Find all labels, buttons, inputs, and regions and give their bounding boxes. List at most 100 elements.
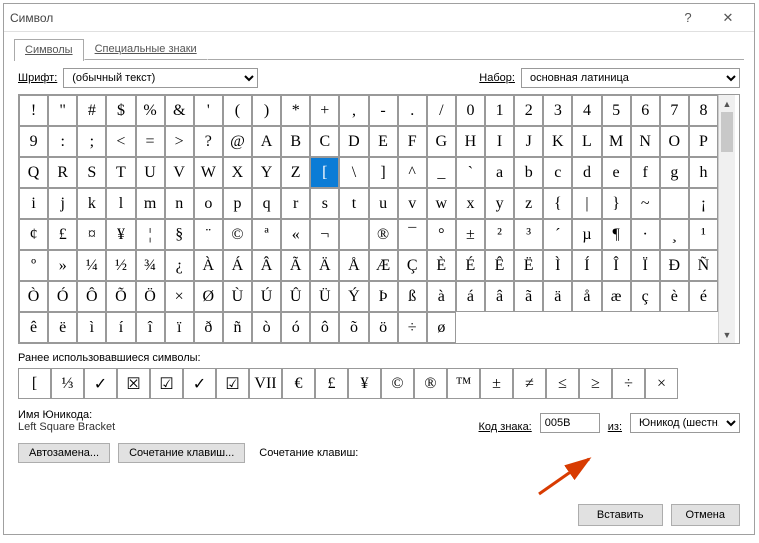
char-cell[interactable]: A [252,126,281,157]
char-cell[interactable]: { [543,188,572,219]
char-cell[interactable]: ç [631,281,660,312]
char-cell[interactable]: ö [369,312,398,343]
char-cell[interactable]: È [427,250,456,281]
char-cell[interactable]: ë [48,312,77,343]
code-input[interactable] [540,413,600,433]
char-cell[interactable]: ô [310,312,339,343]
char-cell[interactable]: ã [514,281,543,312]
subset-select[interactable]: основная латиница [521,68,740,88]
char-cell[interactable]: Ò [19,281,48,312]
char-cell[interactable]: ½ [106,250,135,281]
char-cell[interactable]: ­ [339,219,368,250]
char-cell[interactable]: p [223,188,252,219]
char-cell[interactable]: K [543,126,572,157]
char-cell[interactable]: è [660,281,689,312]
recent-cell[interactable]: ≥ [579,368,612,399]
char-cell[interactable]: ^ [398,157,427,188]
recent-cell[interactable]: ☑ [150,368,183,399]
recent-cell[interactable]: VII [249,368,282,399]
char-cell[interactable]: æ [602,281,631,312]
char-cell[interactable]: c [543,157,572,188]
char-cell[interactable]: ± [456,219,485,250]
char-cell[interactable]: ¹ [689,219,718,250]
char-cell[interactable]: ø [427,312,456,343]
char-cell[interactable]: 7 [660,95,689,126]
recent-cell[interactable]: ÷ [612,368,645,399]
from-select[interactable]: Юникод (шестн.) [630,413,740,433]
recent-cell[interactable]: © [381,368,414,399]
char-cell[interactable]: î [136,312,165,343]
char-cell[interactable]: V [165,157,194,188]
recent-cell[interactable]: ® [414,368,447,399]
char-cell[interactable]: s [310,188,339,219]
char-cell[interactable]: 8 [689,95,718,126]
char-cell[interactable]: t [339,188,368,219]
char-cell[interactable]: µ [572,219,601,250]
recent-cell[interactable]: € [282,368,315,399]
char-cell[interactable]: é [689,281,718,312]
char-cell[interactable]: ® [369,219,398,250]
char-cell[interactable]: ` [456,157,485,188]
recent-cell[interactable]: ≠ [513,368,546,399]
char-cell[interactable]: d [572,157,601,188]
recent-cell[interactable]: ™ [447,368,480,399]
grid-scrollbar[interactable]: ▲ ▼ [718,95,735,343]
char-cell[interactable]: + [310,95,339,126]
char-cell[interactable]: | [572,188,601,219]
char-cell[interactable]: ] [369,157,398,188]
char-cell[interactable]: J [514,126,543,157]
char-cell[interactable]: U [136,157,165,188]
char-cell[interactable]: ¿ [165,250,194,281]
char-cell[interactable]: Ð [660,250,689,281]
char-cell[interactable]: 4 [572,95,601,126]
char-cell[interactable]: B [281,126,310,157]
char-cell[interactable]: L [572,126,601,157]
char-cell[interactable]: y [485,188,514,219]
char-cell[interactable]: º [19,250,48,281]
char-cell[interactable]: Ê [485,250,514,281]
recent-cell[interactable]: ✓ [84,368,117,399]
scroll-up-icon[interactable]: ▲ [719,95,735,112]
recent-cell[interactable]: ☒ [117,368,150,399]
recent-cell[interactable]: ¥ [348,368,381,399]
char-cell[interactable]: > [165,126,194,157]
char-cell[interactable]: W [194,157,223,188]
font-select[interactable]: (обычный текст) [63,68,258,88]
char-cell[interactable]: Ú [252,281,281,312]
cancel-button[interactable]: Отмена [671,504,740,526]
char-cell[interactable]: o [194,188,223,219]
char-cell[interactable]: b [514,157,543,188]
char-cell[interactable]: £ [48,219,77,250]
autocorrect-button[interactable]: Автозамена... [18,443,110,463]
char-cell[interactable]: ä [543,281,572,312]
char-cell[interactable]: ) [252,95,281,126]
char-cell[interactable]: M [602,126,631,157]
char-cell[interactable]: ¸ [660,219,689,250]
char-cell[interactable]: k [77,188,106,219]
char-cell[interactable]: _ [427,157,456,188]
char-cell[interactable]: q [252,188,281,219]
char-cell[interactable]: % [136,95,165,126]
char-cell[interactable]: Á [223,250,252,281]
char-cell[interactable]: ! [19,95,48,126]
char-cell[interactable]: * [281,95,310,126]
char-cell[interactable]: Ã [281,250,310,281]
char-cell[interactable]: ° [427,219,456,250]
char-cell[interactable]: n [165,188,194,219]
char-cell[interactable]: â [485,281,514,312]
char-cell[interactable]: 1 [485,95,514,126]
char-cell[interactable]: 6 [631,95,660,126]
char-cell[interactable]: Þ [369,281,398,312]
char-cell[interactable]: T [106,157,135,188]
char-cell[interactable]: O [660,126,689,157]
char-cell[interactable]: ? [194,126,223,157]
char-cell[interactable]: Î [602,250,631,281]
char-grid[interactable]: !"#$%&'()*+,-./0123456789:;<=>?@ABCDEFGH… [19,95,718,343]
char-cell[interactable]: Ì [543,250,572,281]
char-cell[interactable]: à [427,281,456,312]
char-cell[interactable]: ³ [514,219,543,250]
char-cell[interactable]: ª [252,219,281,250]
char-cell[interactable]: ; [77,126,106,157]
char-cell[interactable]: e [602,157,631,188]
char-cell[interactable]: Ñ [689,250,718,281]
